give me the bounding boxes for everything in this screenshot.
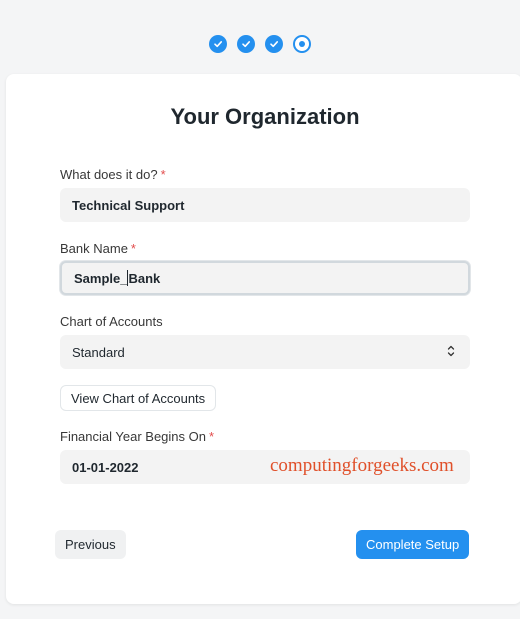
complete-setup-button[interactable]: Complete Setup: [356, 530, 470, 559]
financial-year-label: Financial Year Begins On *: [60, 429, 214, 444]
step-3-complete: [265, 35, 283, 53]
view-chart-of-accounts-button[interactable]: View Chart of Accounts: [60, 385, 217, 411]
select-arrows-icon: [447, 345, 455, 357]
watermark-text: computingforgeeks.com: [270, 455, 454, 476]
required-mark: *: [130, 241, 136, 256]
financial-year-value: 01-01-2022: [72, 459, 139, 475]
checkmark-icon: [242, 41, 250, 48]
bank-name-value-after-caret: Bank: [128, 270, 161, 286]
bank-name-field[interactable]: Sample_ Bank: [60, 261, 470, 295]
what-does-it-do-label-text: What does it do?: [60, 167, 158, 182]
checkmark-icon: [214, 41, 222, 48]
previous-button[interactable]: Previous: [55, 530, 126, 559]
step-2-complete: [237, 35, 255, 53]
bank-name-label: Bank Name *: [60, 241, 136, 256]
chart-of-accounts-value: Standard: [72, 344, 125, 360]
bank-name-label-text: Bank Name: [60, 241, 128, 256]
current-step-dot-icon: [299, 41, 305, 47]
required-mark: *: [160, 167, 166, 182]
what-does-it-do-label: What does it do? *: [60, 167, 166, 182]
step-4-current: [293, 35, 311, 53]
chart-of-accounts-select[interactable]: Standard: [60, 335, 470, 369]
bank-name-value-before-caret: Sample_: [74, 270, 128, 286]
required-mark: *: [208, 429, 215, 444]
progress-steps: [0, 35, 520, 53]
chart-of-accounts-label: Chart of Accounts: [60, 314, 163, 329]
page-title: Your Organization: [170, 104, 360, 129]
what-does-it-do-field[interactable]: Technical Support: [60, 188, 470, 222]
financial-year-label-text: Financial Year Begins On: [60, 429, 206, 444]
step-1-complete: [209, 35, 227, 53]
what-does-it-do-value: Technical Support: [72, 197, 185, 213]
checkmark-icon: [270, 41, 278, 48]
